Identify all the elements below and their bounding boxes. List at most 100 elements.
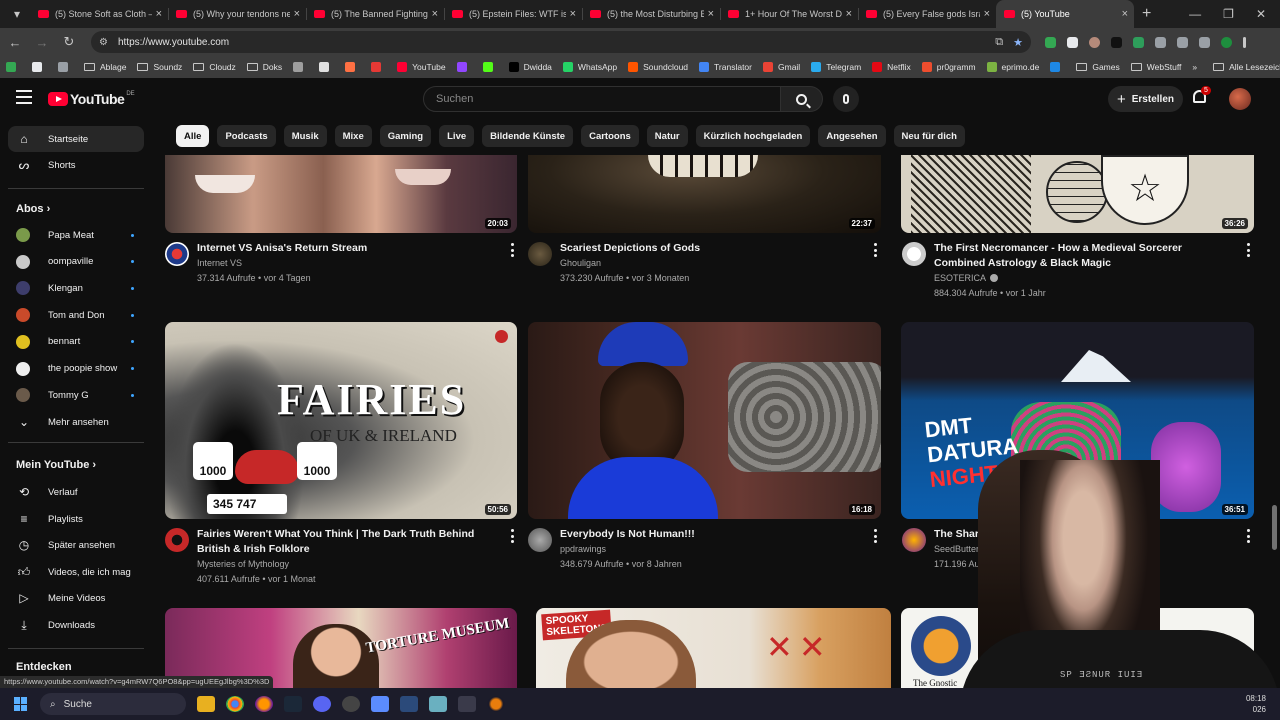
bookmark-icon-grid[interactable] <box>58 62 73 72</box>
reading-list-icon[interactable] <box>1199 36 1210 48</box>
address-bar[interactable]: ⚙ https://www.youtube.com ⧉ ★ <box>91 31 1031 53</box>
sidebar-subscription[interactable]: Papa Meat <box>8 222 144 248</box>
voice-search-button[interactable] <box>833 86 859 112</box>
channel-avatar[interactable] <box>165 242 189 266</box>
video-title[interactable]: Scariest Depictions of Gods <box>560 241 860 256</box>
app-icon[interactable] <box>400 696 418 712</box>
more-actions-icon[interactable] <box>872 529 878 543</box>
you-header[interactable]: Mein YouTube › <box>16 459 96 471</box>
filter-chip[interactable]: Musik <box>283 125 327 147</box>
all-bookmarks-folder[interactable]: Alle Lesezeichen <box>1213 62 1280 72</box>
sidebar-item-playlists[interactable]: ≡ Playlists <box>8 506 144 532</box>
bookmark[interactable] <box>1050 62 1065 72</box>
create-button[interactable]: + Erstellen <box>1108 86 1183 112</box>
more-actions-icon[interactable] <box>1245 243 1251 257</box>
app-icon[interactable] <box>458 696 476 712</box>
more-actions-icon[interactable] <box>509 529 515 543</box>
account-avatar[interactable] <box>1229 88 1251 110</box>
channel-avatar[interactable] <box>528 528 552 552</box>
steam-icon[interactable] <box>284 696 302 712</box>
close-tab-icon[interactable]: × <box>294 8 300 20</box>
sidebar-subscription[interactable]: bennart <box>8 329 144 355</box>
notepad-icon[interactable] <box>429 696 447 712</box>
channel-avatar[interactable] <box>165 528 189 552</box>
filter-chip[interactable]: Natur <box>646 125 688 147</box>
channel-avatar[interactable] <box>528 242 552 266</box>
bookmark[interactable]: WhatsApp <box>562 62 617 72</box>
bookmark[interactable]: Translator <box>699 62 752 72</box>
video-title[interactable]: Internet VS Anisa's Return Stream <box>197 241 497 256</box>
browser-tab-active[interactable]: (5) YouTube × <box>996 0 1134 28</box>
bookmark-folder[interactable]: WebStuff <box>1130 62 1181 72</box>
filter-chip[interactable]: Neu für dich <box>893 125 965 147</box>
search-input[interactable] <box>423 86 781 112</box>
bookmark-star-icon[interactable]: ★ <box>1013 36 1023 49</box>
close-tab-icon[interactable]: × <box>570 8 576 20</box>
tab-search-icon[interactable]: ▾ <box>4 4 30 24</box>
system-clock[interactable]: 08:18 026 <box>1246 693 1266 715</box>
subscriptions-header[interactable]: Abos › <box>16 203 50 215</box>
filter-chip[interactable]: Angesehen <box>818 125 886 147</box>
new-tab-button[interactable]: + <box>1142 5 1151 23</box>
filter-chip[interactable]: Gaming <box>379 125 432 147</box>
channel-name[interactable]: Ghouligan <box>560 256 601 271</box>
video-thumbnail[interactable]: 20:03 <box>165 155 517 233</box>
video-thumbnail[interactable]: 22:37 <box>528 155 881 233</box>
channel-name[interactable]: ESOTERICA <box>934 271 999 286</box>
minimize-icon[interactable]: — <box>1189 7 1201 21</box>
profile-icon[interactable] <box>1221 36 1232 48</box>
sidebar-subscription[interactable]: oompaville <box>8 249 144 275</box>
bookmark[interactable]: YouTube <box>397 62 446 72</box>
extensions-puzzle-icon[interactable] <box>1177 36 1188 48</box>
file-explorer-icon[interactable] <box>197 696 215 712</box>
bookmark[interactable] <box>456 62 472 72</box>
app-icon[interactable] <box>371 696 389 712</box>
notifications-button[interactable]: 5 <box>1193 86 1211 108</box>
restore-icon[interactable]: ❐ <box>1223 7 1234 21</box>
youtube-logo[interactable]: YouTube DE <box>48 91 135 107</box>
channel-avatar[interactable] <box>902 528 926 552</box>
extension-icon[interactable] <box>1045 36 1056 48</box>
channel-name[interactable]: Mysteries of Mythology <box>197 557 289 572</box>
search-button[interactable] <box>781 86 823 112</box>
filter-chip[interactable]: Cartoons <box>581 125 639 147</box>
bookmark-folder[interactable]: Ablage <box>84 62 126 72</box>
bookmark[interactable]: Netflix <box>872 62 911 72</box>
filter-chip[interactable]: Mixe <box>334 125 372 147</box>
sidebar-subscription[interactable]: Klengan <box>8 275 144 301</box>
more-actions-icon[interactable] <box>872 243 878 257</box>
bookmark[interactable]: Telegram <box>811 62 861 72</box>
obs-icon[interactable] <box>342 696 360 712</box>
more-actions-icon[interactable] <box>509 243 515 257</box>
video-title[interactable]: The First Necromancer - How a Medieval S… <box>934 241 1234 271</box>
sidebar-item-watch-later[interactable]: ◷ Später ansehen <box>8 532 144 558</box>
close-tab-icon[interactable]: × <box>846 8 852 20</box>
filter-chip[interactable]: Kürzlich hochgeladen <box>695 125 811 147</box>
close-tab-icon[interactable]: × <box>156 8 162 20</box>
hamburger-menu-icon[interactable] <box>16 90 32 104</box>
bookmark-folder[interactable]: Games <box>1076 62 1120 72</box>
bookmark[interactable] <box>482 62 498 72</box>
firefox-icon[interactable] <box>255 696 273 712</box>
browser-tab[interactable]: (5) Why your tendons nev × <box>168 0 306 28</box>
sidebar-item-liked-videos[interactable]: 👍︎ Videos, die ich mag <box>8 559 144 585</box>
sidebar-subscription[interactable]: the poopie show <box>8 356 144 382</box>
video-title[interactable]: Everybody Is Not Human!!! <box>560 527 860 542</box>
channel-name[interactable]: ppdrawings <box>560 542 606 557</box>
sidebar-subscription[interactable]: Tom and Don <box>8 302 144 328</box>
site-info-icon[interactable]: ⚙ <box>99 37 108 48</box>
filter-chip[interactable]: Alle <box>176 125 210 147</box>
video-thumbnail[interactable]: SPOOKY SKELETONS ✕✕ <box>536 608 891 688</box>
filter-chip[interactable]: Bildende Künste <box>482 125 574 147</box>
bookmark[interactable]: Dwidda <box>508 62 552 72</box>
sidebar-item-home[interactable]: ⌂ Startseite <box>8 126 144 152</box>
filter-chip[interactable]: Podcasts <box>217 125 276 147</box>
bookmark[interactable]: Soundcloud <box>628 62 688 72</box>
page-scrollbar[interactable] <box>1272 505 1277 550</box>
back-icon[interactable]: ← <box>3 35 27 50</box>
close-tab-icon[interactable]: × <box>1122 8 1128 20</box>
bookmark[interactable] <box>371 62 386 72</box>
windows-start-icon[interactable] <box>14 697 28 711</box>
sidebar-item-show-more[interactable]: ⌄ Mehr ansehen <box>8 409 144 435</box>
chrome-icon[interactable] <box>226 696 244 712</box>
